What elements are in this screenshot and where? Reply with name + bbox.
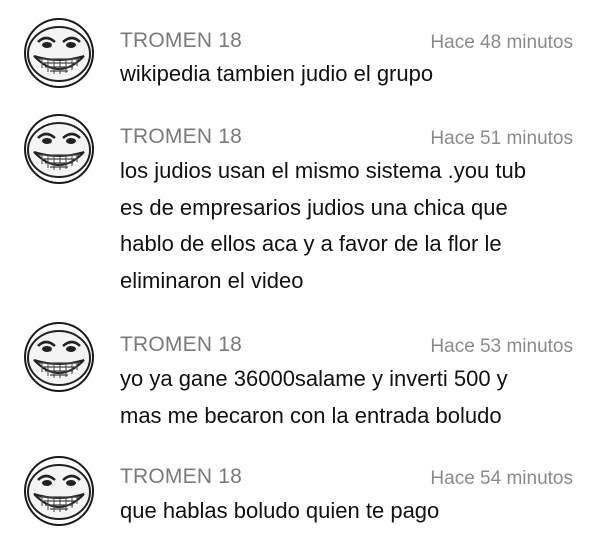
comment-author[interactable]: TROMEN 18: [120, 125, 242, 149]
comment-text: los judios usan el mismo sistema .you tu…: [120, 158, 526, 293]
comment-timestamp: Hace 51 minutos: [430, 128, 573, 149]
trollface-icon: [27, 122, 91, 178]
comment-timestamp: Hace 53 minutos: [430, 336, 573, 357]
comment-author[interactable]: TROMEN 18: [120, 333, 242, 357]
comment-text: que hablas boludo quien te pago: [120, 498, 440, 523]
trollface-icon: [27, 330, 91, 386]
comment-text: yo ya gane 36000salame y inverti 500 y m…: [120, 366, 508, 428]
comment-author[interactable]: TROMEN 18: [120, 29, 242, 53]
avatar[interactable]: [24, 114, 94, 184]
comment-author[interactable]: TROMEN 18: [120, 465, 242, 489]
avatar[interactable]: [24, 456, 94, 526]
trollface-icon: [27, 26, 91, 82]
comment-text: wikipedia tambien judio el grupo: [120, 61, 434, 86]
trollface-icon: [27, 464, 91, 520]
avatar[interactable]: [24, 322, 94, 392]
avatar[interactable]: [24, 18, 94, 88]
comment-timestamp: Hace 54 minutos: [430, 468, 573, 489]
comment-timestamp: Hace 48 minutos: [430, 32, 573, 53]
